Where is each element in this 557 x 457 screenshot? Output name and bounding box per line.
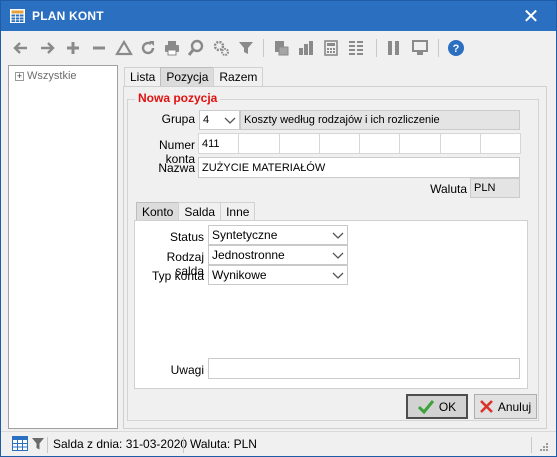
toolbar: ?	[1, 31, 556, 64]
currency-text: Waluta: PLN	[190, 437, 257, 451]
numer-konta-segment[interactable]	[399, 133, 441, 154]
status-value: Syntetyczne	[212, 228, 278, 242]
ok-button[interactable]: OK	[406, 394, 468, 419]
numer-konta-segment[interactable]	[278, 133, 320, 154]
calculator-icon[interactable]	[322, 39, 340, 57]
tree-node-root[interactable]: + Wszystkie	[15, 70, 77, 82]
waluta-field: PLN	[470, 178, 520, 198]
tree-node-label[interactable]: Wszystkie	[27, 70, 77, 82]
status-separator	[47, 437, 48, 453]
plan-kont-window: PLAN KONT ✕ ? + Wszystkie Lista Pozycja …	[0, 0, 557, 457]
toolbar-separator	[263, 39, 264, 57]
status-bar: Salda z dnia: 31-03-2020 Waluta: PLN	[1, 431, 556, 456]
check-icon	[417, 399, 434, 414]
window-title: PLAN KONT	[32, 9, 104, 23]
close-icon[interactable]: ✕	[513, 4, 549, 28]
tab-razem[interactable]: Razem	[213, 67, 264, 86]
main-tabs: Lista Pozycja Razem	[124, 67, 264, 86]
cancel-button[interactable]: Anuluj	[474, 394, 537, 419]
typ-konta-select[interactable]: Wynikowe	[208, 265, 348, 285]
typ-konta-value: Wynikowe	[212, 268, 267, 282]
nazwa-input[interactable]: ZUŻYCIE MATERIAŁÓW	[198, 157, 520, 178]
resize-grip-icon[interactable]	[539, 441, 549, 451]
waluta-label: Waluta	[430, 182, 467, 196]
chevron-down-icon	[332, 232, 344, 239]
account-tree[interactable]: + Wszystkie	[8, 65, 118, 429]
refresh-icon[interactable]	[139, 39, 157, 57]
status-separator	[183, 437, 184, 453]
numer-konta-segment[interactable]	[479, 133, 521, 154]
numer-konta-segment[interactable]	[359, 133, 401, 154]
document-icon[interactable]	[272, 39, 290, 57]
arrow-right-icon[interactable]	[38, 39, 56, 57]
help-icon[interactable]: ?	[447, 39, 465, 57]
grupa-number: 4	[203, 114, 210, 126]
toolbar-separator	[438, 39, 439, 57]
print-icon[interactable]	[163, 39, 181, 57]
title-bar: PLAN KONT ✕	[1, 1, 556, 31]
numer-konta-segment[interactable]	[238, 133, 280, 154]
svg-text:?: ?	[453, 43, 460, 55]
table-icon	[10, 9, 25, 23]
tab-salda[interactable]: Salda	[178, 202, 222, 221]
tab-inne[interactable]: Inne	[220, 202, 256, 221]
tab-konto[interactable]: Konto	[136, 202, 180, 221]
grid-icon[interactable]	[347, 39, 365, 57]
filter-icon[interactable]	[31, 436, 45, 454]
zoom-icon[interactable]	[187, 39, 205, 57]
minus-icon[interactable]	[90, 39, 108, 57]
chevron-down-icon	[224, 117, 236, 124]
status-select[interactable]: Syntetyczne	[208, 225, 348, 245]
grupa-select[interactable]: 4	[199, 110, 240, 130]
chevron-down-icon	[332, 272, 344, 279]
numer-konta-segment[interactable]	[318, 133, 360, 154]
chart-icon[interactable]	[297, 39, 315, 57]
section-title: Nowa pozycja	[135, 91, 221, 105]
rodzaj-salda-select[interactable]: Jednostronne	[208, 245, 348, 265]
status-separator	[531, 437, 532, 453]
tab-salda-label: Salda	[184, 205, 216, 219]
plus-icon[interactable]	[64, 39, 82, 57]
table-icon[interactable]	[12, 436, 28, 454]
rodzaj-salda-value: Jednostronne	[212, 248, 285, 262]
numer-konta-field[interactable]: 411	[198, 133, 521, 154]
grupa-name-field: Koszty według rodzajów i ich rozliczenie	[240, 110, 520, 130]
chevron-down-icon	[332, 252, 344, 259]
ok-button-label: OK	[438, 399, 457, 414]
typ-konta-label: Typ konta	[151, 269, 204, 283]
sub-tabs: Konto Salda Inne	[136, 202, 256, 221]
cancel-button-label: Anuluj	[497, 399, 532, 414]
numer-konta-segment[interactable]: 411	[198, 133, 240, 154]
tab-pozycja[interactable]: Pozycja	[160, 67, 215, 86]
grupa-label: Grupa	[161, 112, 195, 126]
monitor-icon[interactable]	[411, 39, 429, 57]
toolbar-separator	[376, 39, 377, 57]
status-label: Status	[169, 230, 204, 244]
tab-konto-label: Konto	[142, 205, 174, 219]
triangle-icon[interactable]	[115, 39, 133, 57]
numer-konta-segment[interactable]	[439, 133, 481, 154]
uwagi-label: Uwagi	[170, 363, 204, 377]
arrow-left-icon[interactable]	[12, 39, 30, 57]
tab-inne-label: Inne	[226, 205, 250, 219]
columns-icon[interactable]	[385, 39, 403, 57]
settings-icon[interactable]	[212, 39, 230, 57]
filter-icon[interactable]	[237, 39, 255, 57]
nazwa-label: Nazwa	[158, 161, 195, 175]
close-icon	[479, 400, 493, 413]
numer-konta-value: 411	[202, 137, 220, 150]
expand-icon[interactable]: +	[15, 71, 24, 81]
waluta-value: PLN	[474, 182, 496, 194]
grupa-name: Koszty według rodzajów i ich rozliczenie	[244, 114, 440, 126]
nazwa-value: ZUŻYCIE MATERIAŁÓW	[202, 161, 326, 174]
salda-date-text: Salda z dnia: 31-03-2020	[53, 437, 188, 451]
tab-lista[interactable]: Lista	[124, 67, 162, 86]
uwagi-input[interactable]	[208, 358, 520, 379]
